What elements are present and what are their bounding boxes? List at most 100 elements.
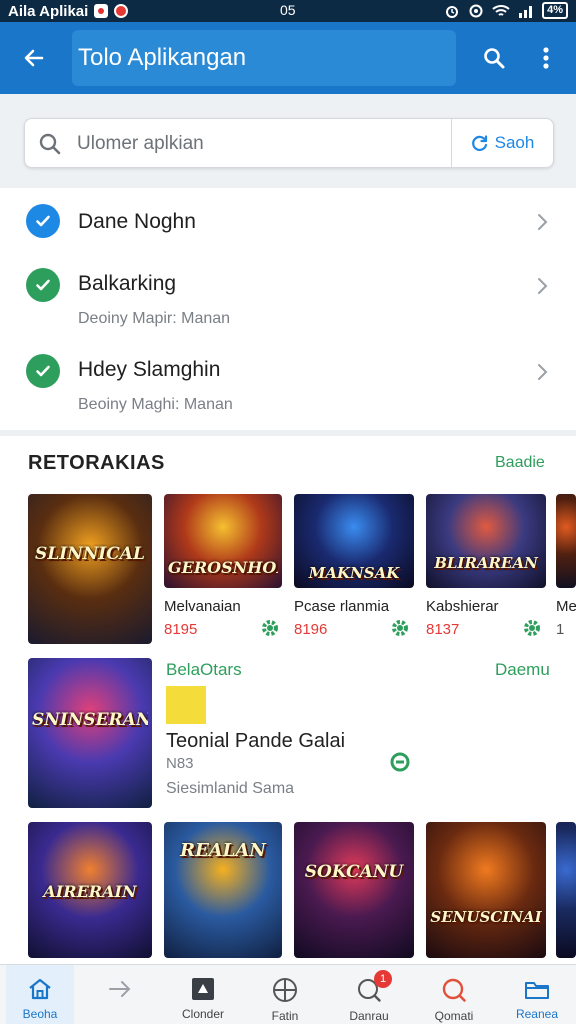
check-circle-icon xyxy=(26,354,60,388)
game-card[interactable]: SENUSCINAI xyxy=(426,822,546,958)
list-item-title: Hdey Slamghin xyxy=(78,358,221,381)
alarm-icon xyxy=(446,5,459,18)
status-left: Aila Aplikai xyxy=(8,2,129,20)
search-area: Saoh xyxy=(0,94,576,188)
game-cover-image: SLINNICAL xyxy=(28,494,152,644)
game-name: Kabshierar xyxy=(426,598,499,615)
game-card[interactable]: MAKNSAK Pcase rlanmia 8196 xyxy=(294,494,414,638)
game-cover-image xyxy=(556,494,576,588)
game-cover-image: REALAN xyxy=(164,822,282,958)
settings-gear-icon[interactable] xyxy=(390,618,410,638)
settings-gear-icon[interactable] xyxy=(522,618,542,638)
game-card[interactable]: GEROSNHON Melvanaian 8195 xyxy=(164,494,282,638)
chevron-right-icon xyxy=(538,364,548,380)
game-card[interactable] xyxy=(556,822,576,958)
list-item[interactable]: Balkarking Deoiny Mapir: Manan xyxy=(0,254,576,338)
list-item-subtitle: Beoiny Maghi: Manan xyxy=(78,396,233,413)
bottom-navigation: Beoha Clonder Fatin 1 Danrau Qomati Rean… xyxy=(0,964,576,1024)
list-item-title: Dane Noghn xyxy=(78,210,196,233)
game-name: Melvanaian xyxy=(164,598,241,615)
featured-subtitle: N83 xyxy=(166,755,194,772)
status-icons: 4% xyxy=(444,2,568,19)
nav-item-globe[interactable]: Fatin xyxy=(252,965,318,1024)
search-bar: Saoh xyxy=(24,118,554,168)
nav-item-search[interactable]: Qomati xyxy=(418,965,490,1024)
nav-item-forward[interactable] xyxy=(88,965,152,1024)
game-cover-image: SENUSCINAI xyxy=(426,822,546,958)
nav-item-store[interactable]: Clonder xyxy=(168,965,238,1024)
list-item[interactable]: Dane Noghn xyxy=(0,188,576,254)
app-notification-icon xyxy=(94,4,109,18)
game-name: Me xyxy=(556,598,576,615)
notification-badge: 1 xyxy=(374,970,392,988)
game-cover-image: AIRERAIN xyxy=(28,822,152,958)
cover-art-title: BLIRAREAN xyxy=(434,554,538,572)
more-options-button[interactable] xyxy=(534,42,558,74)
game-cover-image: SOKCANU xyxy=(294,822,414,958)
cover-art-title: GEROSNHON xyxy=(168,558,278,577)
game-name: Pcase rlanmia xyxy=(294,598,390,615)
back-button[interactable] xyxy=(16,40,52,76)
section-see-all-link[interactable]: Baadie xyxy=(495,454,545,472)
search-button[interactable] xyxy=(478,42,510,74)
status-time: 05 xyxy=(280,2,296,18)
more-vert-icon xyxy=(543,47,549,69)
game-card[interactable]: Me 1 xyxy=(556,494,576,638)
cover-art-title: SNINSERAN xyxy=(32,710,148,730)
game-card[interactable]: SOKCANU xyxy=(294,822,414,958)
cover-art-title: AIRERAIN xyxy=(43,882,137,901)
list-item[interactable]: Hdey Slamghin Beoiny Maghi: Manan xyxy=(0,338,576,430)
status-app-label: Aila Aplikai xyxy=(8,2,89,20)
settings-gear-icon[interactable] xyxy=(260,618,280,638)
list-item-subtitle: Deoiny Mapir: Manan xyxy=(78,310,231,327)
sync-button[interactable]: Saoh xyxy=(451,119,553,167)
nav-label: Fatin xyxy=(271,1009,299,1023)
featured-label: BelaOtars xyxy=(166,660,242,679)
arrow-right-icon xyxy=(109,981,131,997)
status-bar: Aila Aplikai 05 4% xyxy=(0,0,576,22)
nav-item-folder[interactable]: Reanea xyxy=(502,965,572,1024)
featured-title: Teonial Pande Galai xyxy=(166,730,346,752)
cover-art-title: SLINNICAL xyxy=(35,544,145,564)
chevron-right-icon xyxy=(538,278,548,294)
chevron-right-icon xyxy=(538,214,548,230)
cover-art-title: REALAN xyxy=(180,840,266,861)
cover-art-title: SOKCANU xyxy=(304,862,404,882)
store-icon xyxy=(192,978,214,1000)
game-card[interactable]: SLINNICAL xyxy=(28,494,152,644)
nav-item-home[interactable]: Beoha xyxy=(6,965,74,1024)
sync-status-icon xyxy=(469,4,483,17)
game-card[interactable]: REALAN xyxy=(164,822,282,958)
sync-label: Saoh xyxy=(494,133,535,152)
list-item-title: Balkarking xyxy=(78,272,177,295)
record-indicator-icon xyxy=(114,4,129,18)
featured-action-icon[interactable] xyxy=(388,750,412,774)
nav-item-notifications[interactable]: 1 Danrau xyxy=(334,965,404,1024)
game-card[interactable]: BLIRAREAN Kabshierar 8137 xyxy=(426,494,546,638)
featured-cover-image[interactable]: SNINSERAN xyxy=(28,658,152,808)
wifi-icon xyxy=(492,4,510,16)
home-icon xyxy=(29,978,51,1000)
folder-icon xyxy=(525,982,549,999)
search-input[interactable] xyxy=(77,127,457,161)
cover-art-title: SENUSCINAI xyxy=(430,908,542,926)
refresh-icon xyxy=(471,135,487,151)
globe-icon xyxy=(273,978,297,1002)
search-chat-icon xyxy=(442,978,466,1002)
featured-link[interactable]: Daemu xyxy=(495,660,550,680)
game-price: 1 xyxy=(556,621,565,638)
featured-badge xyxy=(166,686,206,724)
app-bar: Tolo Aplikangan xyxy=(0,22,576,94)
back-arrow-icon xyxy=(24,49,44,67)
game-card[interactable]: AIRERAIN xyxy=(28,822,152,958)
search-icon xyxy=(484,48,505,69)
featured-meta: Siesimlanid Sama xyxy=(166,780,295,797)
game-cover-image xyxy=(556,822,576,958)
search-field-icon xyxy=(37,131,63,157)
battery-indicator: 4% xyxy=(542,2,568,19)
nav-label: Qomati xyxy=(434,1009,474,1023)
page-title: Tolo Aplikangan xyxy=(72,30,456,86)
game-cover-image: MAKNSAK xyxy=(294,494,414,588)
section-divider xyxy=(0,430,576,436)
nav-label: Clonder xyxy=(181,1007,225,1021)
